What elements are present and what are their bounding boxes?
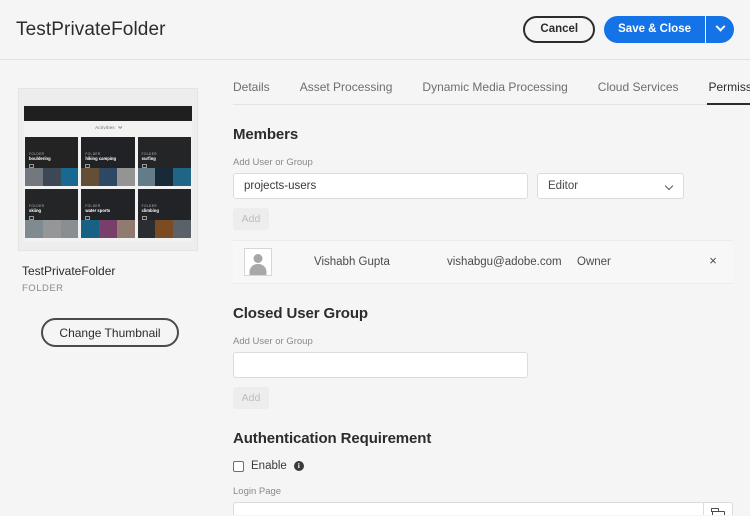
preview-tile: FOLDER climbing (137, 189, 191, 239)
members-add-button[interactable]: Add (233, 208, 269, 230)
login-page-browse-button[interactable] (703, 502, 733, 515)
members-add-label: Add User or Group (233, 157, 313, 168)
preview-tile: FOLDER bouldering (25, 137, 79, 187)
asset-kind: FOLDER (22, 283, 64, 295)
members-role-value: Editor (548, 180, 579, 192)
member-role: Owner (577, 256, 611, 268)
preview-tile-name: hiking camping (85, 155, 117, 161)
header-actions: Cancel Save & Close (523, 16, 734, 43)
preview-tile: FOLDER hiking camping (81, 137, 135, 187)
folder-icon (85, 163, 91, 168)
content-area: Activities FOLDER bouldering FOLDER hiki… (0, 60, 750, 515)
preview-tile-grid: FOLDER bouldering FOLDER hiking camping (24, 134, 192, 243)
members-heading: Members (233, 126, 299, 143)
tab-asset-processing[interactable]: Asset Processing (300, 80, 393, 104)
preview-tile-name: water sports (85, 207, 111, 213)
chevron-down-icon (715, 21, 725, 32)
table-row: Vishabh Gupta vishabgu@adobe.com Owner × (233, 240, 733, 284)
tab-permissions[interactable]: Permissions (706, 80, 750, 105)
folder-icon (29, 163, 34, 168)
members-user-input[interactable] (233, 173, 528, 199)
preview-tile-name: skiing (29, 207, 42, 213)
folder-icon (141, 163, 147, 168)
members-role-select[interactable]: Editor (537, 173, 684, 199)
cancel-button[interactable]: Cancel (523, 16, 596, 43)
authentication-heading: Authentication Requirement (233, 430, 432, 447)
tab-cloud-services[interactable]: Cloud Services (598, 80, 679, 104)
preview-tile-name: climbing (141, 207, 159, 213)
preview-header-bar (24, 106, 192, 121)
tab-details[interactable]: Details (233, 80, 270, 104)
authentication-enable-row: Enable i (233, 460, 732, 472)
info-icon[interactable]: i (293, 461, 304, 471)
asset-rail: Activities FOLDER bouldering FOLDER hiki… (0, 60, 225, 515)
login-page-label: Login Page (233, 486, 282, 497)
app-header: TestPrivateFolder Cancel Save & Close (0, 0, 750, 60)
cug-add-button[interactable]: Add (233, 387, 269, 409)
remove-member-icon[interactable]: × (705, 254, 721, 270)
folder-icon (85, 215, 91, 220)
preview-tile-name: bouldering (29, 155, 51, 161)
enable-checkbox[interactable] (233, 460, 244, 472)
page-title: TestPrivateFolder (16, 18, 166, 40)
asset-name: TestPrivateFolder (22, 264, 116, 279)
preview-toolbar (24, 94, 192, 104)
preview-tile: FOLDER water sports (81, 189, 135, 239)
chevron-down-icon (117, 124, 123, 129)
folder-icon (141, 215, 147, 220)
preview-tile-name: surfing (141, 155, 156, 161)
change-thumbnail-button[interactable]: Change Thumbnail (41, 318, 179, 348)
login-page-input[interactable] (233, 502, 703, 515)
tab-bar: Details Asset Processing Dynamic Media P… (233, 60, 750, 105)
closed-user-group-heading: Closed User Group (233, 305, 368, 322)
enable-label: Enable (251, 460, 287, 472)
save-options-dropdown-button[interactable] (705, 16, 734, 43)
save-and-close-button[interactable]: Save & Close (604, 16, 705, 43)
cug-user-input[interactable] (233, 352, 528, 378)
change-thumbnail-container: Change Thumbnail (18, 318, 198, 348)
avatar (244, 248, 272, 276)
thumbnail-preview: Activities FOLDER bouldering FOLDER hiki… (18, 88, 198, 252)
preview-breadcrumb: Activities (24, 121, 192, 134)
save-close-button-group: Save & Close (604, 16, 734, 43)
tab-dynamic-media-processing[interactable]: Dynamic Media Processing (422, 80, 567, 104)
members-add-row: Editor (233, 173, 732, 199)
preview-tile: FOLDER surfing (137, 137, 191, 187)
preview-tile: FOLDER skiing (25, 189, 79, 239)
login-page-picker (233, 502, 733, 515)
properties-panel: Details Asset Processing Dynamic Media P… (225, 60, 750, 515)
member-email: vishabgu@adobe.com (447, 256, 562, 268)
cug-add-label: Add User or Group (233, 336, 313, 347)
folder-icon (29, 215, 34, 220)
preview-breadcrumb-label: Activities (95, 125, 115, 130)
folder-icon (711, 507, 725, 515)
member-name: Vishabh Gupta (314, 256, 390, 268)
chevron-down-icon (664, 181, 674, 191)
